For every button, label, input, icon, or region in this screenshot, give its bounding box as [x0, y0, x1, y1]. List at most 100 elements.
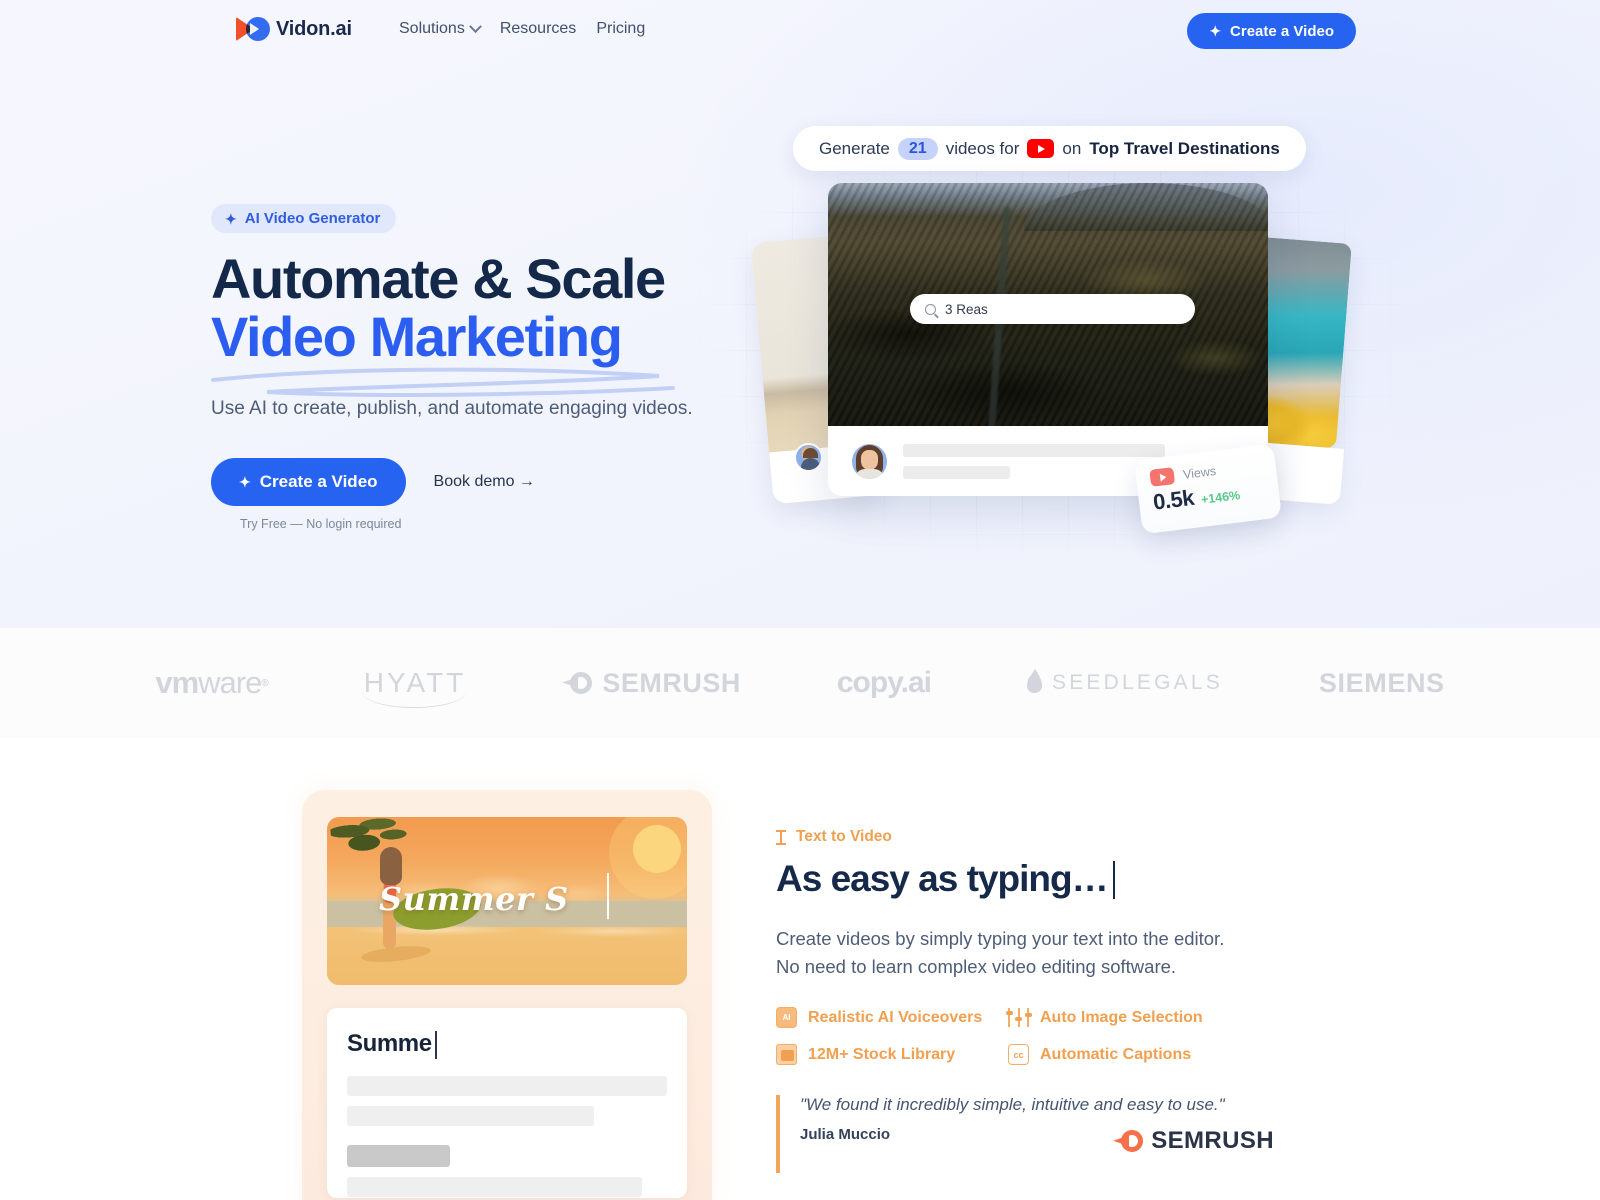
text-caret — [1112, 861, 1115, 899]
title-underline-swoosh — [211, 367, 675, 397]
feature-label: 12M+ Stock Library — [808, 1045, 956, 1063]
video-preview-beach: Summer S — [327, 817, 687, 985]
nav-item-pricing[interactable]: Pricing — [596, 20, 645, 38]
feature-item-stock-library: 12M+ Stock Library — [776, 1044, 1008, 1066]
hero-subtitle: Use AI to create, publish, and automate … — [211, 398, 693, 420]
sun-icon — [633, 825, 681, 873]
testimonial-company-name: SEMRUSH — [1151, 1127, 1274, 1155]
sliders-icon — [1005, 1007, 1032, 1028]
landing-page: Vidon.ai Solutions Resources Pricing ✦ C… — [0, 0, 1600, 1200]
logo-seedlegals: SEEDLEGALS — [1027, 668, 1223, 695]
hero-create-video-button[interactable]: ✦ Create a Video — [211, 457, 406, 506]
hero-title-line2-wrap: Video Marketing — [211, 304, 771, 397]
closed-caption-icon — [1008, 1044, 1029, 1066]
testimonial-quote: "We found it incredibly simple, intuitiv… — [800, 1095, 1225, 1115]
section-heading: As easy as typing… — [776, 858, 1115, 900]
banner-video-count: 21 — [897, 137, 938, 160]
feature-item-captions: Automatic Captions — [1008, 1044, 1240, 1066]
hero-title-line2: Video Marketing — [211, 304, 623, 368]
generate-videos-banner: Generate 21 videos for on Top Travel Des… — [793, 126, 1306, 171]
brand-logo[interactable]: Vidon.ai — [236, 16, 352, 42]
hero-copy: ✦ AI Video Generator Automate & Scale Vi… — [211, 204, 771, 531]
hero-badge-label: AI Video Generator — [244, 210, 381, 227]
sparkle-icon: ✦ — [239, 473, 251, 490]
skeleton-line — [347, 1106, 594, 1126]
book-demo-link[interactable]: Book demo → — [434, 473, 535, 491]
views-label: Views — [1182, 463, 1217, 482]
video-overlay-text: Summer S — [379, 880, 569, 918]
ai-chip-icon — [776, 1007, 797, 1029]
section-eyebrow-label: Text to Video — [796, 828, 892, 845]
navbar-create-video-label: Create a Video — [1230, 22, 1334, 40]
logo-copyai: copy.ai — [836, 666, 932, 699]
youtube-icon — [1149, 467, 1176, 487]
skeleton-line — [347, 1177, 642, 1197]
feature-label: Automatic Captions — [1040, 1045, 1192, 1063]
nav-item-solutions-label: Solutions — [399, 20, 465, 37]
logo-vmware-sup: ® — [261, 677, 268, 689]
hero-create-video-label: Create a Video — [259, 471, 378, 491]
chevron-down-icon — [468, 19, 482, 33]
hero-title-line1: Automate & Scale — [211, 247, 666, 310]
views-value: 0.5k — [1151, 484, 1196, 515]
client-logo-bar: vm ware ® HYATT SEMRUSH copy.ai SEEDLEGALS… — [0, 628, 1600, 738]
video-search-input[interactable]: 3 Reas — [910, 294, 1195, 324]
nav-item-resources[interactable]: Resources — [500, 20, 576, 38]
testimonial: "We found it incredibly simple, intuitiv… — [776, 1095, 1274, 1174]
banner-topic: Top Travel Destinations — [1089, 138, 1280, 158]
editor-title: Summe — [347, 1030, 437, 1059]
banner-prefix: Generate — [819, 138, 890, 158]
banner-on: on — [1062, 138, 1082, 158]
banner-middle: videos for — [945, 138, 1020, 158]
logo-vmware-bold: vm — [155, 665, 199, 700]
skeleton-line — [903, 465, 1010, 479]
brand-name: Vidon.ai — [276, 17, 352, 40]
sparkle-icon: ✦ — [1209, 23, 1222, 39]
feature-item-voiceovers: Realistic AI Voiceovers — [776, 1007, 1008, 1029]
feature-list: Realistic AI Voiceovers Auto Image Selec… — [776, 1007, 1246, 1066]
views-delta: +146% — [1200, 488, 1241, 507]
droplet-icon — [1027, 668, 1043, 693]
nav-item-solutions[interactable]: Solutions — [399, 19, 482, 38]
avatar — [794, 443, 823, 472]
semrush-mark-icon — [1113, 1130, 1144, 1153]
hero-badge: ✦ AI Video Generator — [211, 204, 397, 233]
logo-siemens: SIEMENS — [1318, 667, 1445, 698]
avatar — [852, 443, 887, 479]
text-caret — [607, 873, 609, 919]
placeholder-text-lines — [903, 443, 1165, 479]
semrush-mark-icon — [562, 672, 593, 694]
hero-actions: ✦ Create a Video Book demo → — [211, 457, 771, 506]
section-eyebrow: Text to Video — [776, 828, 1246, 846]
navbar: Vidon.ai Solutions Resources Pricing ✦ C… — [0, 0, 1600, 62]
logo-semrush: SEMRUSH — [562, 668, 741, 699]
logo-vmware: vm ware ® — [155, 665, 268, 701]
logo-seedlegals-text: SEEDLEGALS — [1052, 671, 1223, 694]
testimonial-company-logo: SEMRUSH — [1113, 1127, 1274, 1155]
feature-item-image-selection: Auto Image Selection — [1005, 1007, 1240, 1028]
logo-hyatt: HYATT — [361, 667, 467, 708]
navbar-create-video-button[interactable]: ✦ Create a Video — [1187, 13, 1356, 49]
search-icon — [925, 303, 936, 315]
script-editor-panel[interactable]: Summe — [327, 1008, 687, 1198]
section-heading-text: As easy as typing… — [776, 858, 1109, 899]
text-caret — [434, 1031, 437, 1059]
video-search-value: 3 Reas — [945, 301, 988, 317]
image-stack-icon — [776, 1044, 797, 1066]
feature-label: Realistic AI Voiceovers — [808, 1008, 983, 1026]
skeleton-line-selected — [347, 1145, 450, 1167]
nav-links: Solutions Resources Pricing — [399, 19, 645, 38]
page-title: Automate & Scale Video Marketing — [211, 247, 771, 397]
skeleton-line — [347, 1076, 667, 1096]
feature-label: Auto Image Selection — [1040, 1008, 1203, 1026]
logo-vmware-rest: ware — [198, 665, 262, 700]
hero-cta-note: Try Free — No login required — [240, 516, 402, 531]
editor-mockup: Summer S Summe — [302, 790, 712, 1200]
youtube-icon — [1027, 139, 1055, 158]
logo-semrush-text: SEMRUSH — [602, 667, 741, 698]
editor-placeholder-lines — [347, 1072, 667, 1197]
skeleton-line — [903, 443, 1165, 457]
vidon-logo-icon — [236, 16, 270, 42]
text-to-video-section: Text to Video As easy as typing… Create … — [776, 828, 1274, 1174]
main-video-preview-card[interactable]: 3 Reas — [828, 183, 1268, 496]
